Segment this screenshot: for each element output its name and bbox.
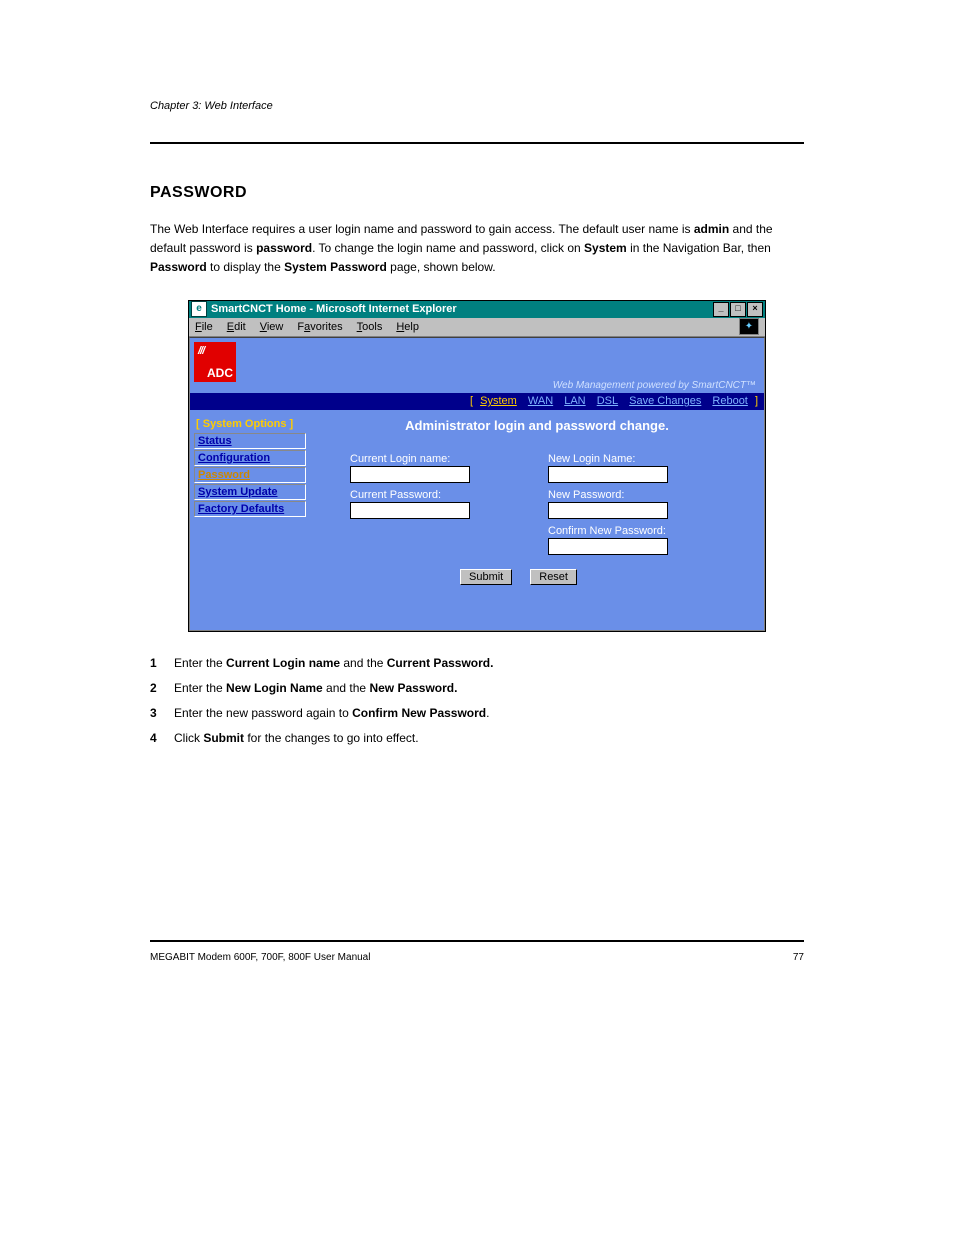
menu-view[interactable]: View [260, 321, 284, 333]
nav-lan[interactable]: LAN [564, 395, 585, 407]
section-title: PASSWORD [150, 184, 804, 202]
intro-text: to display the [207, 260, 284, 274]
step-number: 4 [150, 729, 174, 748]
form-area: Administrator login and password change.… [310, 410, 764, 630]
intro-text: page, shown below. [387, 260, 496, 274]
intro-text: in the Navigation Bar, then [627, 241, 771, 255]
step-bold: Submit [203, 731, 244, 745]
input-new-password[interactable] [548, 502, 668, 519]
label-new-password: New Password: [548, 489, 698, 501]
logo-text: ADC [207, 366, 233, 380]
label-confirm-password: Confirm New Password: [548, 525, 698, 537]
label-new-login: New Login Name: [548, 453, 698, 465]
menu-file[interactable]: File [195, 321, 213, 333]
step-number: 3 [150, 704, 174, 723]
step-bold: Current Password. [387, 656, 494, 670]
submit-button[interactable]: Submit [460, 569, 512, 585]
nav-wan[interactable]: WAN [528, 395, 553, 407]
ie-throbber-icon: ✦ [739, 318, 759, 335]
sidebar-item-status[interactable]: Status [194, 433, 306, 449]
intro-paragraph: The Web Interface requires a user login … [150, 220, 804, 278]
step-text: and the [323, 681, 370, 695]
browser-viewport: /// ADC Web Management powered by SmartC… [189, 337, 765, 631]
input-new-login[interactable] [548, 466, 668, 483]
minimize-button[interactable]: _ [713, 302, 729, 317]
step-text: Enter the new password again to [174, 706, 352, 720]
reset-button[interactable]: Reset [530, 569, 577, 585]
input-confirm-password[interactable] [548, 538, 668, 555]
label-current-password: Current Password: [350, 489, 500, 501]
window-title: SmartCNCT Home - Microsoft Internet Expl… [211, 303, 713, 315]
step-bold: New Login Name [226, 681, 323, 695]
system-word: System [584, 241, 627, 255]
titlebar: e SmartCNCT Home - Microsoft Internet Ex… [189, 301, 765, 318]
footer-left: MEGABIT Modem 600F, 700F, 800F User Manu… [150, 952, 370, 963]
password-word: password [256, 241, 312, 255]
step-3: 3 Enter the new password again to Confir… [150, 704, 804, 723]
menu-edit[interactable]: Edit [227, 321, 246, 333]
nav-save-changes[interactable]: Save Changes [629, 395, 701, 407]
step-1: 1 Enter the Current Login name and the C… [150, 654, 804, 673]
nav-reboot[interactable]: Reboot [712, 395, 747, 407]
header-rule [150, 142, 804, 144]
footer-page-number: 77 [793, 952, 804, 963]
menu-favorites[interactable]: Favorites [297, 321, 342, 333]
system-password-word: System Password [284, 260, 387, 274]
step-4: 4 Click Submit for the changes to go int… [150, 729, 804, 748]
adc-logo: /// ADC [194, 342, 236, 382]
menu-tools[interactable]: Tools [357, 321, 383, 333]
step-text: and the [340, 656, 387, 670]
input-current-password[interactable] [350, 502, 470, 519]
close-button[interactable]: × [747, 302, 763, 317]
step-text: for the changes to go into effect. [244, 731, 419, 745]
step-bold: New Password. [369, 681, 457, 695]
step-number: 1 [150, 654, 174, 673]
nav-system[interactable]: System [480, 395, 517, 407]
footer-rule [150, 940, 804, 942]
step-bold: Current Login name [226, 656, 340, 670]
step-text: Enter the [174, 681, 226, 695]
sidebar-item-system-update[interactable]: System Update [194, 484, 306, 500]
step-2: 2 Enter the New Login Name and the New P… [150, 679, 804, 698]
password-link-word: Password [150, 260, 207, 274]
chapter-line: Chapter 3: Web Interface [150, 100, 804, 112]
admin-word: admin [694, 222, 729, 236]
navbar: [ System WAN LAN DSL Save Changes Reboot… [190, 393, 764, 410]
intro-text: . To change the login name and password,… [312, 241, 584, 255]
step-text: Enter the [174, 656, 226, 670]
sidebar-heading: [ System Options ] [194, 416, 306, 432]
steps-list: 1 Enter the Current Login name and the C… [150, 654, 804, 749]
step-text: . [486, 706, 489, 720]
page-footer: MEGABIT Modem 600F, 700F, 800F User Manu… [150, 952, 804, 963]
tagline: Web Management powered by SmartCNCT™ [553, 380, 756, 391]
input-current-login[interactable] [350, 466, 470, 483]
menubar: File Edit View Favorites Tools Help ✦ [189, 318, 765, 337]
form-title: Administrator login and password change. [320, 418, 754, 433]
label-current-login: Current Login name: [350, 453, 500, 465]
intro-text: The Web Interface requires a user login … [150, 222, 694, 236]
screenshot-window: e SmartCNCT Home - Microsoft Internet Ex… [188, 300, 766, 632]
step-bold: Confirm New Password [352, 706, 486, 720]
step-number: 2 [150, 679, 174, 698]
sidebar-item-factory-defaults[interactable]: Factory Defaults [194, 501, 306, 517]
step-text: Click [174, 731, 203, 745]
sidebar-item-password[interactable]: Password [194, 467, 306, 483]
ie-icon: e [191, 301, 207, 317]
menu-help[interactable]: Help [396, 321, 419, 333]
maximize-button[interactable]: □ [730, 302, 746, 317]
nav-dsl[interactable]: DSL [597, 395, 618, 407]
sidebar: [ System Options ] Status Configuration … [190, 410, 310, 630]
sidebar-item-configuration[interactable]: Configuration [194, 450, 306, 466]
